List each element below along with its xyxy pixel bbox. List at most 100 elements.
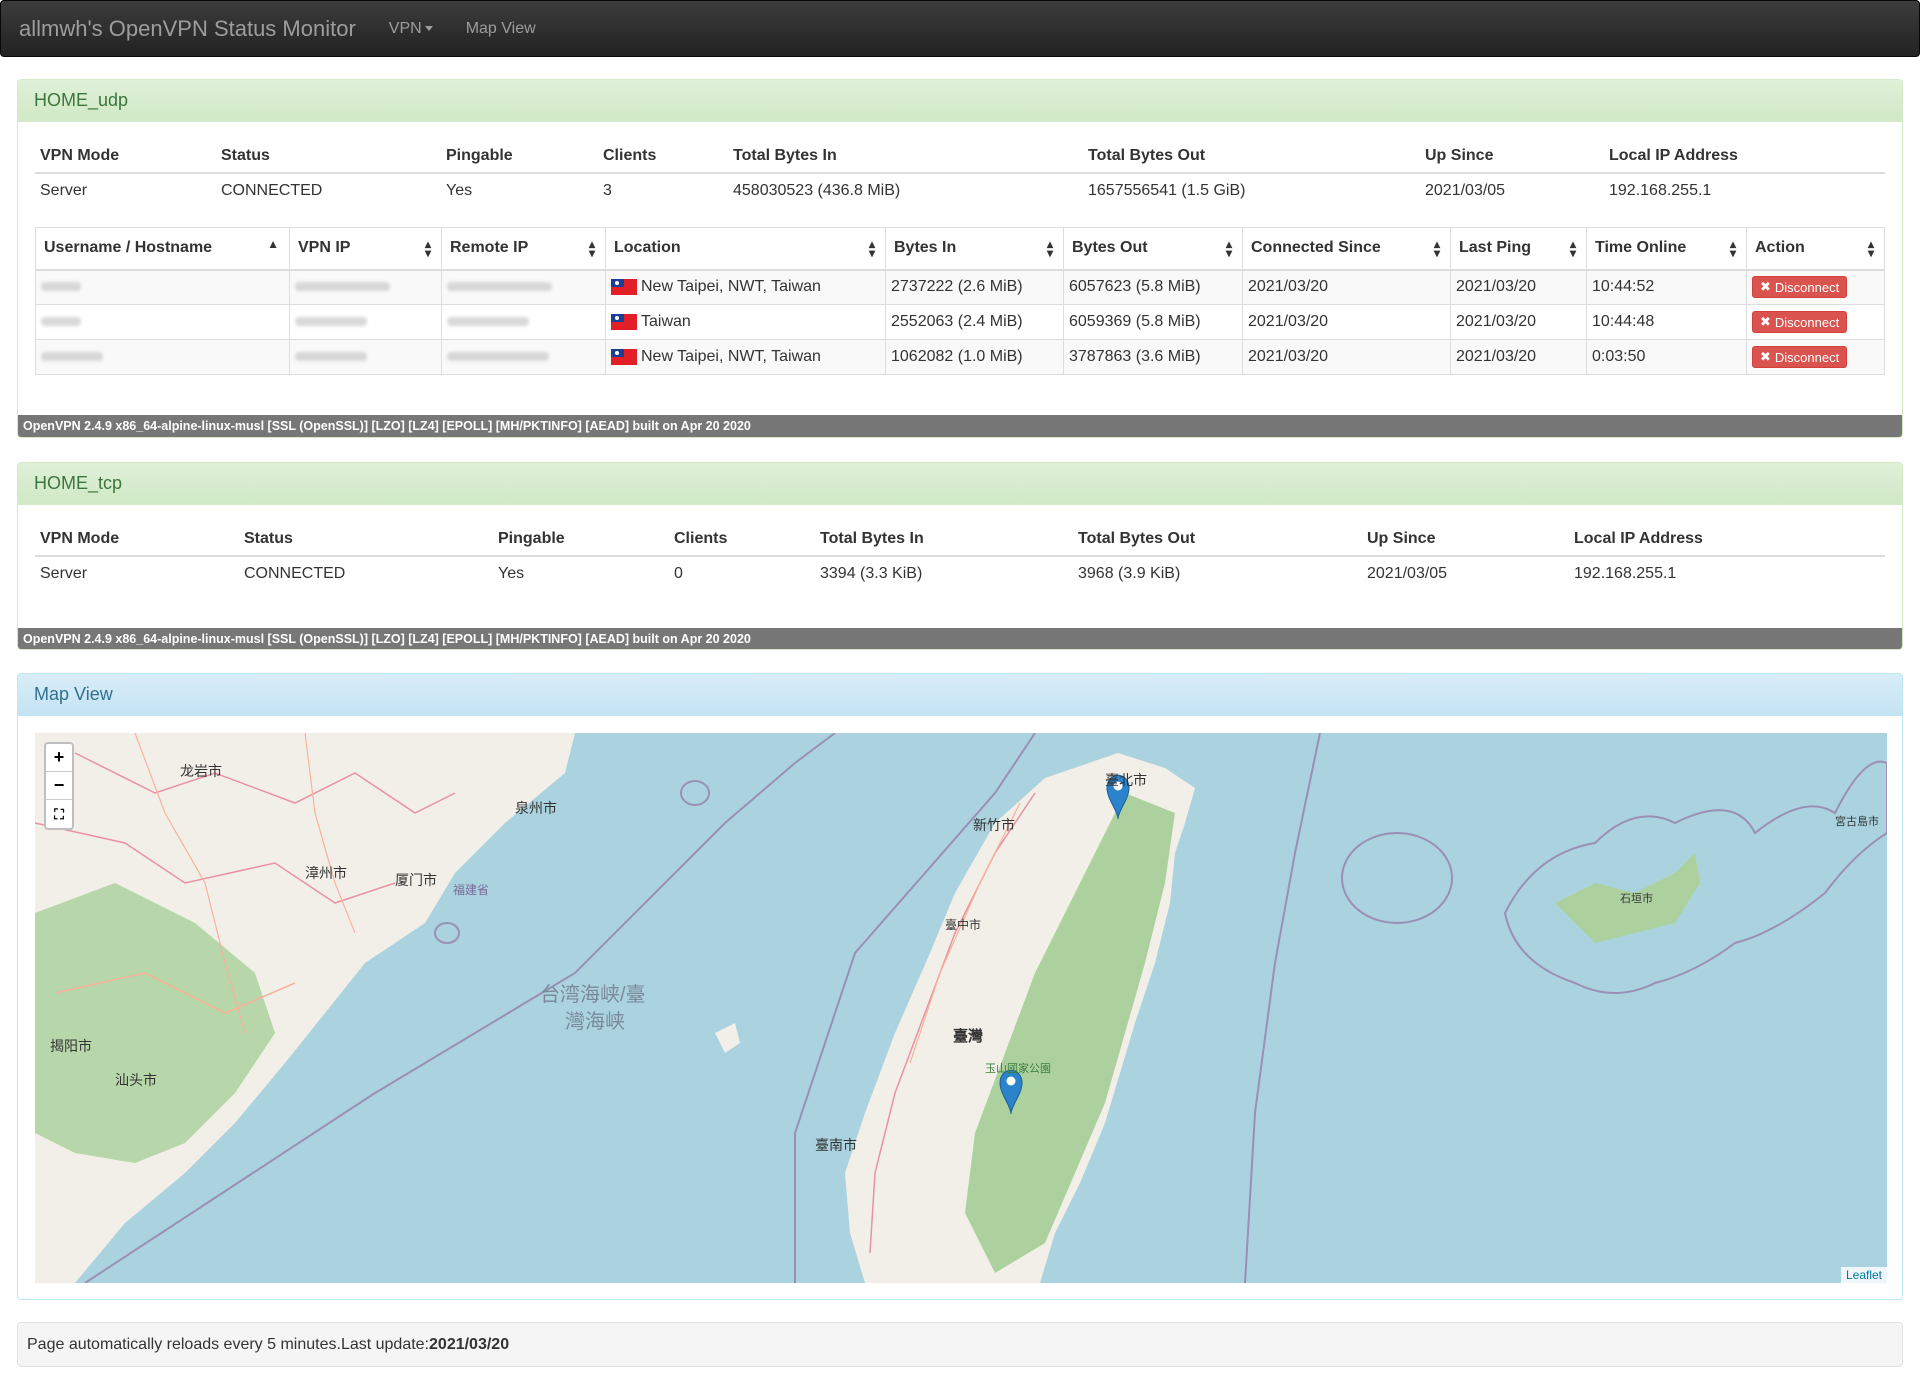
th-action[interactable]: Action ▴ ▾ [1746,227,1885,271]
th-label: Remote IP [450,239,529,257]
map-label-strait-line1: 台湾海峡/臺 [540,984,646,1006]
bytes-out: 6057623 (5.8 MiB) [1063,269,1243,305]
connected-since: 2021/03/20 [1242,304,1451,340]
sort-icon: ▴ ▾ [868,237,875,260]
col-status: Status [216,139,441,174]
taiwan-flag-icon [611,279,637,296]
col-pingable: Pingable [441,139,598,174]
fullscreen-button[interactable]: ⛶ [46,800,72,828]
panel-title: Map View [18,674,1902,716]
udp-clients-table: Username / Hostname ▲ VPN IP ▴ ▾ Remote IP ▴… [35,227,1885,375]
th-location[interactable]: Location ▴ ▾ [605,227,886,271]
zoom-in-button[interactable]: + [46,744,72,772]
location-cell: Taiwan [605,304,886,340]
client-row: Taiwan 2552063 (2.4 MiB) 6059369 (5.8 Mi… [35,304,1885,340]
map-label-shantou: 汕头市 [115,1072,157,1088]
zoom-out-button[interactable]: − [46,772,72,800]
col-local-ip: Local IP Address [1604,139,1885,174]
action-cell: ✖ Disconnect [1746,304,1885,340]
x-icon: ✖ [1760,314,1771,329]
disconnect-button[interactable]: ✖ Disconnect [1752,346,1848,368]
pingable: Yes [498,564,525,582]
th-last-ping[interactable]: Last Ping ▴ ▾ [1450,227,1587,271]
th-remote-ip[interactable]: Remote IP ▴ ▾ [441,227,606,271]
th-connected-since[interactable]: Connected Since ▴ ▾ [1242,227,1451,271]
up-since: 2021/03/05 [1425,181,1506,199]
sort-icon: ▴ ▾ [1225,237,1232,260]
leaflet-attribution-link[interactable]: Leaflet [1840,1267,1887,1283]
th-label: Username / Hostname [44,239,213,257]
total-bytes-in: 458030523 (436.8 MiB) [733,181,901,199]
map-label-hsinchu: 新竹市 [973,817,1015,833]
client-row: New Taipei, NWT, Taiwan 2737222 (2.6 MiB… [35,269,1885,305]
vpn-dropdown[interactable]: VPN [389,20,433,38]
vpn-dropdown-label: VPN [388,19,422,37]
th-bytes-in[interactable]: Bytes In ▴ ▾ [885,227,1064,271]
bytes-out: 3787863 (3.6 MiB) [1063,339,1243,375]
location-cell: New Taipei, NWT, Taiwan [605,269,886,305]
remote-ip-redacted [441,339,606,375]
leaflet-map[interactable]: 台湾海峡/臺 灣海峡 臺北市 新竹市 臺中市 臺灣 臺南市 玉山國家公園 厦门市… [35,733,1887,1283]
th-label: VPN IP [298,239,351,257]
map-label-jieyang: 揭阳市 [50,1038,92,1054]
sort-asc-icon: ▲ [267,237,279,251]
th-bytes-out[interactable]: Bytes Out ▴ ▾ [1063,227,1243,271]
map-label-taiwan: 臺灣 [953,1028,984,1045]
client-row: New Taipei, NWT, Taiwan 1062082 (1.0 MiB… [35,339,1885,375]
summary-row: Server CONNECTED Yes 3 458030523 (436.8 … [35,173,1885,207]
location: Taiwan [641,313,691,330]
disconnect-button[interactable]: ✖ Disconnect [1752,311,1848,333]
th-label: Bytes In [894,239,957,257]
local-ip: 192.168.255.1 [1609,181,1712,199]
th-label: Connected Since [1251,239,1381,257]
last-update: 2021/03/20 [429,1335,510,1353]
location: New Taipei, NWT, Taiwan [641,278,821,296]
location-cell: New Taipei, NWT, Taiwan [605,339,886,375]
fullscreen-icon: ⛶ [54,805,64,822]
time-online: 0:03:50 [1586,339,1747,375]
map-label-yushan: 玉山國家公園 [985,1063,1051,1075]
tcp-summary-table: VPN Mode Status Pingable Clients Total B… [35,522,1885,590]
brand-title[interactable]: allmwh's OpenVPN Status Monitor [19,16,356,42]
col-pingable: Pingable [493,522,669,557]
th-time-online[interactable]: Time Online ▴ ▾ [1586,227,1747,271]
col-clients: Clients [669,522,815,557]
map-label-taichung: 臺中市 [945,918,982,932]
th-username[interactable]: Username / Hostname ▲ [35,227,290,271]
disconnect-button[interactable]: ✖ Disconnect [1752,276,1848,299]
time-online: 10:44:52 [1586,269,1747,305]
col-total-bytes-in: Total Bytes In [815,522,1073,557]
disconnect-label: Disconnect [1774,279,1840,295]
map-view-link[interactable]: Map View [466,20,536,38]
zoom-control: + − ⛶ [44,742,74,830]
caret-down-icon [424,26,433,31]
sort-icon: ▴ ▾ [588,237,595,260]
th-label: Location [614,239,681,257]
pingable: Yes [446,181,473,199]
panel-title: HOME_tcp [18,463,1902,505]
local-ip: 192.168.255.1 [1574,564,1677,582]
th-vpn-ip[interactable]: VPN IP ▴ ▾ [289,227,442,271]
bytes-in: 1062082 (1.0 MiB) [885,339,1064,375]
up-since: 2021/03/05 [1367,564,1448,582]
map-tiles [35,733,1887,1283]
total-bytes-in: 3394 (3.3 KiB) [820,564,923,582]
panel-map-view: Map View 台湾海峡/臺 灣海峡 臺北市 新竹市 臺中市 臺灣 臺南市 玉… [17,673,1903,1300]
th-label: Bytes Out [1072,239,1148,257]
vpn-mode: Server [40,564,88,582]
map-label-longyan: 龙岩市 [180,763,222,779]
total-bytes-out: 1657556541 (1.5 GiB) [1088,181,1246,199]
th-label: Last Ping [1459,239,1532,257]
vpn-ip-redacted [289,269,442,305]
col-up-since: Up Since [1420,139,1604,174]
build-info: OpenVPN 2.4.9 x86_64-alpine-linux-musl [… [18,628,1902,649]
remote-ip-redacted [441,304,606,340]
th-label: Time Online [1595,239,1687,257]
col-total-bytes-out: Total Bytes Out [1073,522,1362,557]
summary-row: Server CONNECTED Yes 0 3394 (3.3 KiB) 39… [35,556,1885,590]
disconnect-label: Disconnect [1774,349,1840,365]
map-label-ishigaki: 石垣市 [1620,893,1653,905]
bytes-in: 2737222 (2.6 MiB) [885,269,1064,305]
th-label: Action [1755,239,1805,257]
map-label-strait-line2: 灣海峡 [565,1011,625,1033]
